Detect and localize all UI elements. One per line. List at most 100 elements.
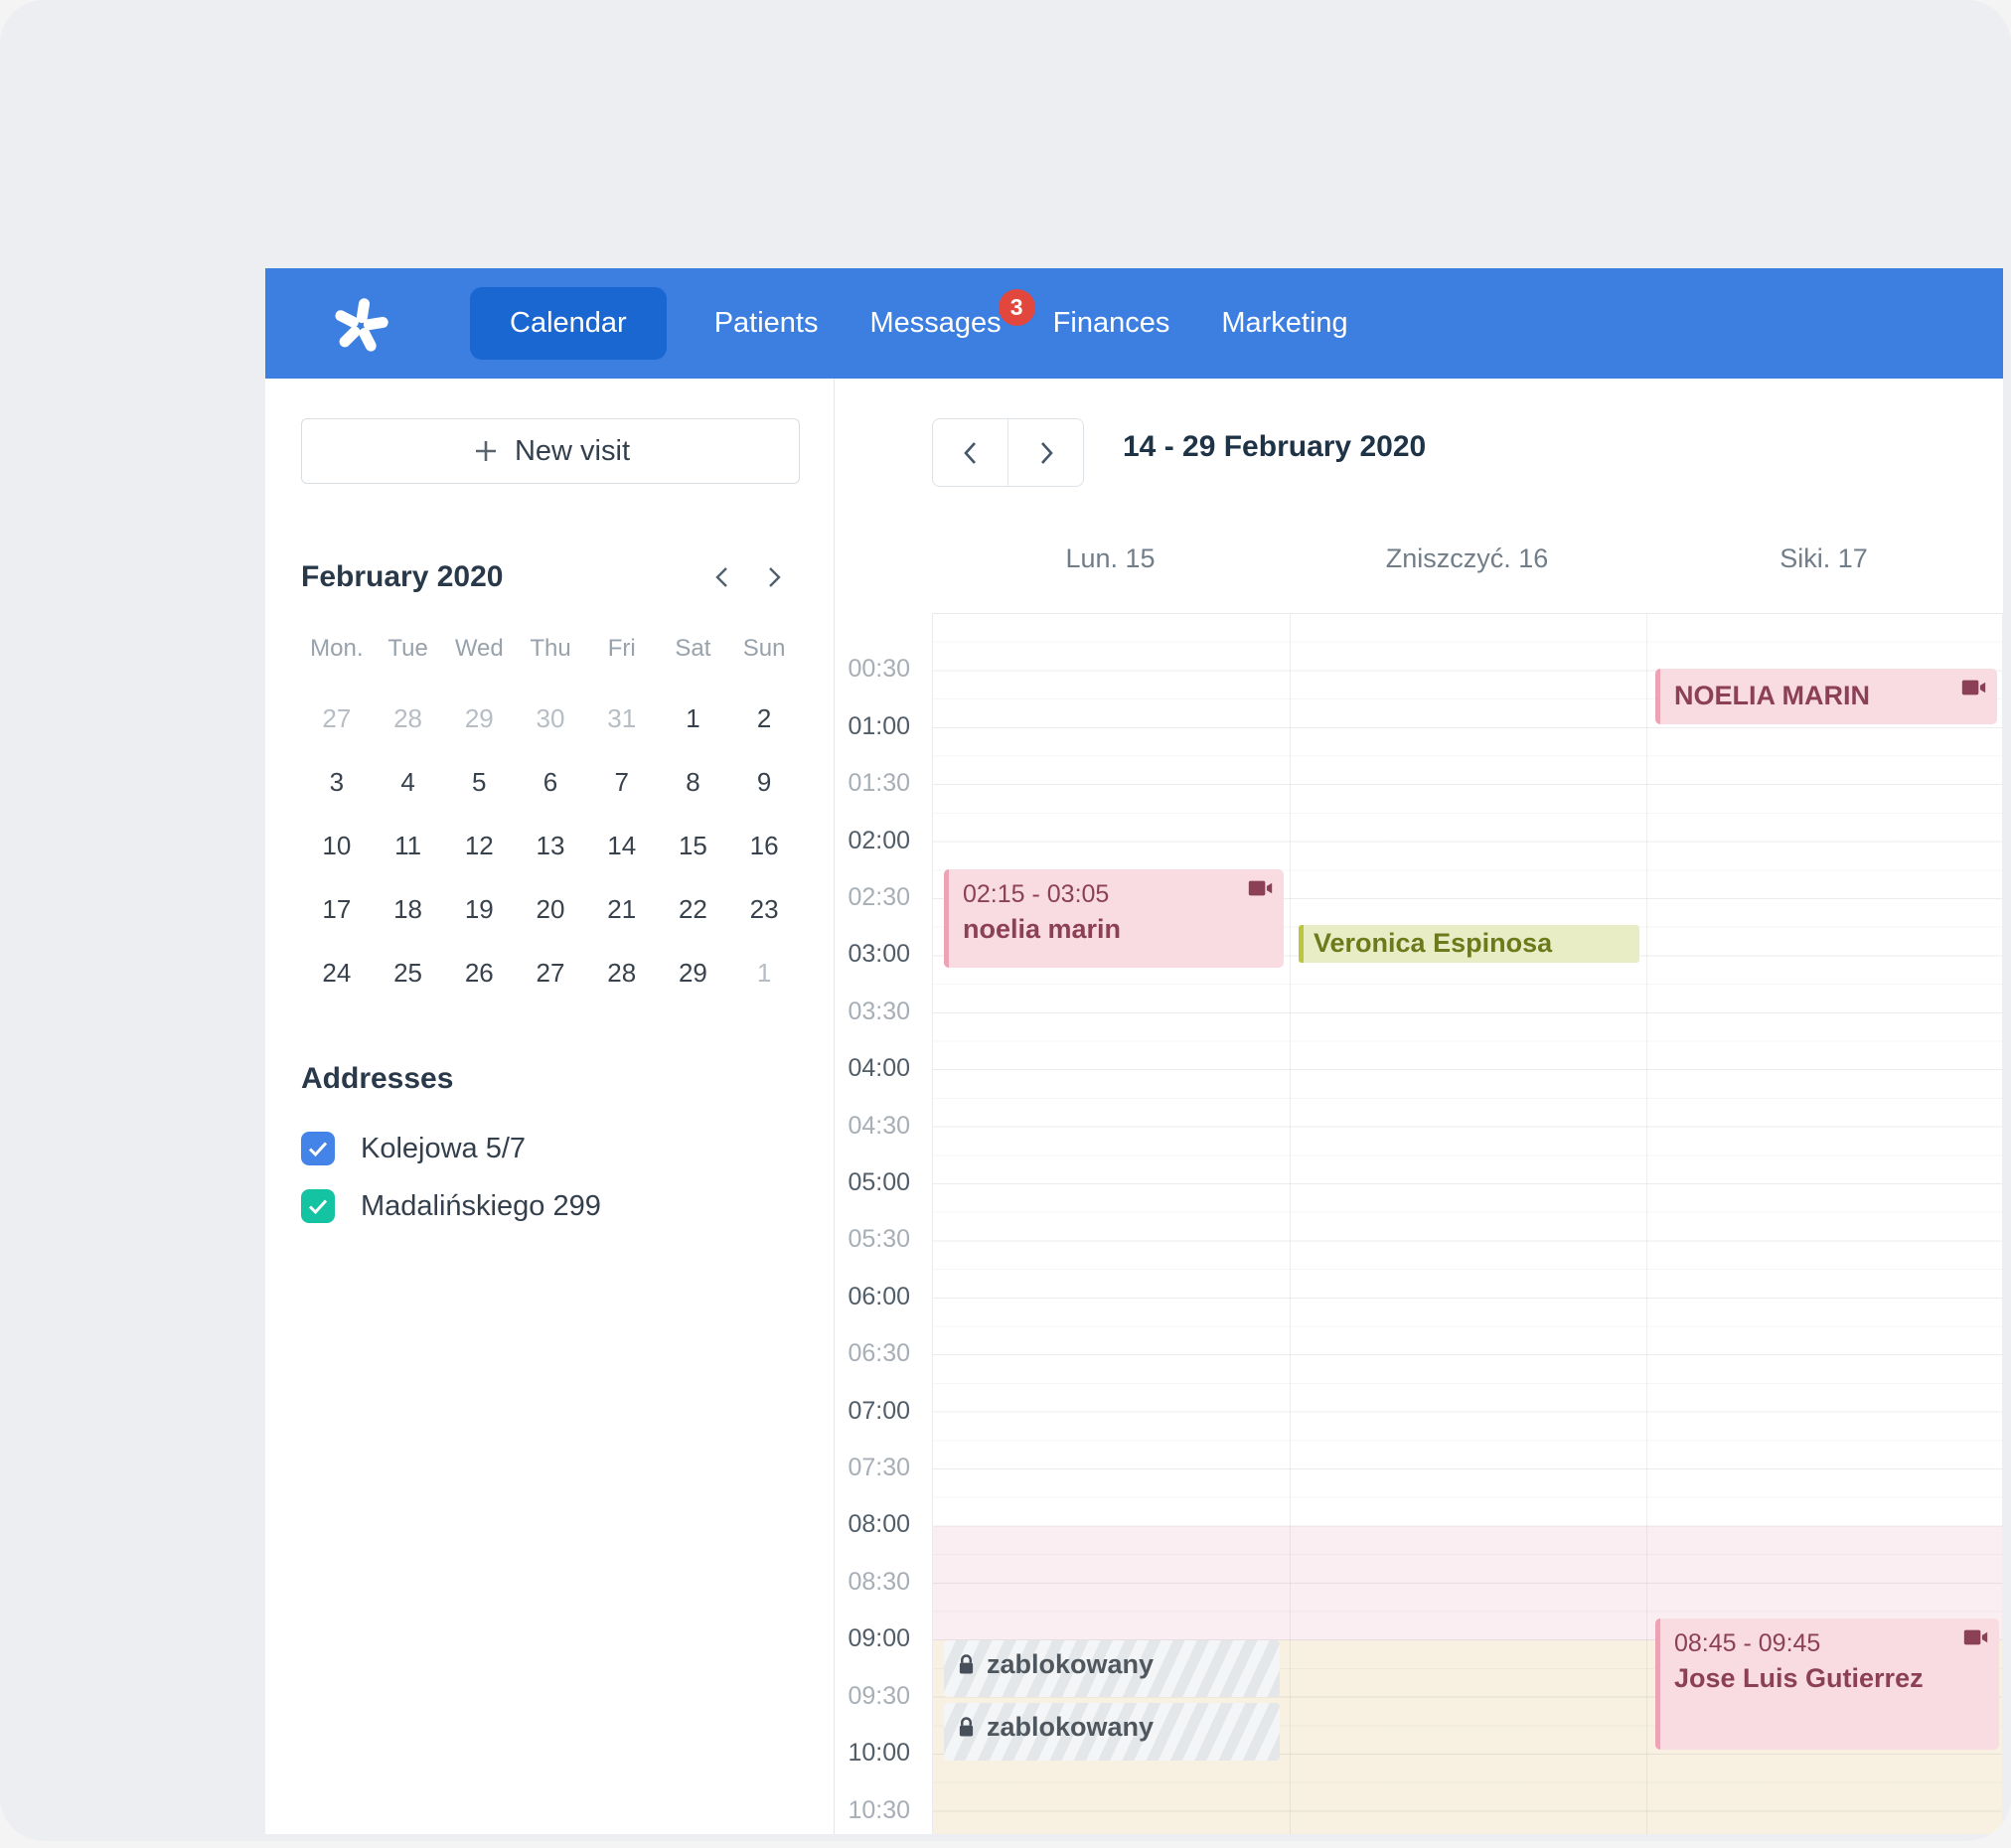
tab-patients[interactable]: Patients [714,307,819,340]
day-cell[interactable]: 6 [515,750,586,814]
day-cell[interactable]: 27 [515,941,586,1004]
new-visit-label: New visit [515,435,630,468]
new-visit-button[interactable]: New visit [301,418,800,484]
time-label: 05:00 [848,1168,910,1197]
event-patient-name: noelia marin [963,911,1244,947]
day-cell[interactable]: 10 [301,814,373,877]
day-cell[interactable]: 1 [728,941,800,1004]
addresses-heading: Addresses [301,1062,800,1096]
video-camera-icon [1247,878,1274,903]
event-noelia-marin-day17[interactable]: NOELIA MARIN [1655,669,1997,724]
day-cell[interactable]: 5 [443,750,515,814]
day-cell[interactable]: 15 [658,814,729,877]
day-cell[interactable]: 3 [301,750,373,814]
checkbox-checked[interactable] [301,1189,335,1223]
weekday-label: Wed [443,629,515,673]
day-cell[interactable]: 29 [443,687,515,750]
event-blocked-2[interactable]: zablokowany [944,1703,1280,1761]
event-blocked-1[interactable]: zablokowany [944,1640,1280,1697]
day-cell[interactable]: 26 [443,941,515,1004]
weekday-label: Mon. [301,629,373,673]
blocked-label: zablokowany [987,1712,1154,1743]
event-noelia-marin-day15[interactable]: 02:15 - 03:05 noelia marin [944,869,1284,968]
day-cell[interactable]: 9 [728,750,800,814]
tab-finances[interactable]: Finances [1053,307,1170,340]
day-cell[interactable]: 27 [301,687,373,750]
calendar-header: 14 - 29 February 2020 Lun. 15 Zniszczyć.… [835,379,2003,613]
time-label: 01:00 [848,712,910,741]
day-cell[interactable]: 13 [515,814,586,877]
time-label: 03:00 [848,940,910,969]
day-cell[interactable]: 22 [658,877,729,941]
day-cell[interactable]: 2 [728,687,800,750]
app-window: Calendar Patients Messages 3 Finances Ma… [0,0,2011,1841]
day-cell[interactable]: 7 [586,750,658,814]
plus-icon [471,436,501,466]
day-header-tue: Zniszczyć. 16 [1289,543,1645,574]
day-cell[interactable]: 17 [301,877,373,941]
sidebar: New visit February 2020 Mon. Tue Wed T [265,379,835,1834]
address-item-madalinskiego[interactable]: Madalińskiego 299 [301,1189,800,1223]
day-cell[interactable]: 18 [373,877,444,941]
docplanner-star-icon [329,292,392,356]
address-label: Kolejowa 5/7 [361,1133,526,1165]
day-cell[interactable]: 31 [586,687,658,750]
tab-messages[interactable]: Messages 3 [869,307,1001,340]
weekday-label: Sun [728,629,800,673]
checkbox-checked[interactable] [301,1132,335,1165]
day-cell[interactable]: 4 [373,750,444,814]
time-label: 04:30 [848,1112,910,1141]
time-label: 10:00 [848,1739,910,1768]
day-cell[interactable]: 20 [515,877,586,941]
event-patient-name: Jose Luis Gutierrez [1674,1660,1959,1696]
day-cell[interactable]: 21 [586,877,658,941]
mini-calendar-title: February 2020 [301,560,696,594]
date-range-title: 14 - 29 February 2020 [1123,430,1426,464]
event-time-range: 02:15 - 03:05 [963,877,1244,911]
day-cell[interactable]: 8 [658,750,729,814]
mini-calendar-days: 27 28 29 30 31 1 2 3 4 5 6 7 8 9 10 11 1 [301,687,800,1004]
address-item-kolejowa[interactable]: Kolejowa 5/7 [301,1132,800,1165]
lock-icon [958,1715,975,1746]
calendar-main: 14 - 29 February 2020 Lun. 15 Zniszczyć.… [835,379,2003,1834]
content-area: New visit February 2020 Mon. Tue Wed T [265,379,2003,1834]
calendar-grid: 00:30 01:00 01:30 02:00 02:30 03:00 03:3… [835,613,2003,1834]
day-cell[interactable]: 19 [443,877,515,941]
blocked-label: zablokowany [987,1649,1154,1680]
tab-marketing[interactable]: Marketing [1221,307,1347,340]
day-cell[interactable]: 14 [586,814,658,877]
time-label: 00:30 [848,655,910,684]
weekday-label: Tue [373,629,444,673]
day-cell[interactable]: 24 [301,941,373,1004]
tab-calendar[interactable]: Calendar [470,287,667,360]
day-cell[interactable]: 25 [373,941,444,1004]
time-label: 07:30 [848,1454,910,1482]
event-time-range: 08:45 - 09:45 [1674,1626,1959,1660]
time-label: 06:30 [848,1339,910,1368]
chevron-left-icon[interactable] [696,555,748,599]
chevron-left-icon[interactable] [933,419,1008,486]
day-cell[interactable]: 28 [586,941,658,1004]
chevron-right-icon[interactable] [1008,419,1083,486]
day-cell[interactable]: 11 [373,814,444,877]
day-column-tue-16[interactable] [1290,614,1646,1834]
day-cell[interactable]: 1 [658,687,729,750]
time-label: 10:30 [848,1796,910,1825]
weekday-label: Sat [658,629,729,673]
day-cell[interactable]: 12 [443,814,515,877]
chevron-right-icon[interactable] [748,555,800,599]
day-cell[interactable]: 16 [728,814,800,877]
event-jose-luis-gutierrez[interactable]: 08:45 - 09:45 Jose Luis Gutierrez [1655,1618,1999,1750]
time-label: 02:00 [848,827,910,855]
time-label: 01:30 [848,769,910,798]
day-cell[interactable]: 30 [515,687,586,750]
event-veronica-espinosa[interactable]: Veronica Espinosa [1299,925,1639,963]
messages-badge: 3 [999,289,1035,326]
time-label: 08:30 [848,1568,910,1597]
weekday-label: Fri [586,629,658,673]
time-label: 04:00 [848,1054,910,1083]
day-cell[interactable]: 23 [728,877,800,941]
mini-calendar: February 2020 Mon. Tue Wed Thu Fri Sat S… [301,555,800,1004]
day-cell[interactable]: 28 [373,687,444,750]
day-cell[interactable]: 29 [658,941,729,1004]
